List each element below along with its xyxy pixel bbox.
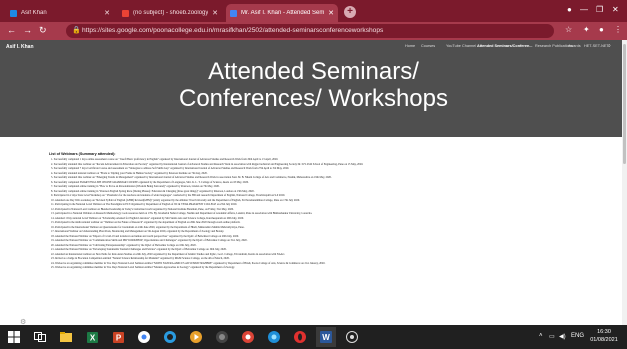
list-item: 10. Attended one Day Web-workshop on "Re… — [51, 198, 300, 202]
site-name[interactable]: Asif I. Khan — [6, 44, 34, 50]
forward-arrow-icon[interactable]: → — [23, 25, 32, 35]
list-title: List of Webinars (Summary attended): — [49, 152, 116, 156]
camera-icon[interactable] — [212, 327, 232, 347]
list-item: 2. Successfully attended One webinar on … — [51, 162, 364, 166]
nav-courses[interactable]: Courses — [421, 44, 435, 48]
tab-attended-seminars[interactable]: Mr. Asif I. Khan - Attended Semin... ✕ — [226, 4, 338, 22]
seminar-list: 1. Successfully completed 1 days online … — [49, 158, 579, 270]
list-item: 14. Attended 1 Day national Level Webina… — [51, 216, 244, 220]
tab-label: Mr. Asif I. Khan - Attended Semin... — [241, 10, 325, 16]
taskbar: X P W ˄ ▭ ◀) ENG 16:30 01/08/2021 — [0, 325, 627, 349]
maximize-icon[interactable]: ❐ — [596, 5, 603, 14]
edge-alt-icon[interactable] — [264, 327, 284, 347]
extensions-icon[interactable]: ✦ — [583, 25, 590, 34]
lock-icon: 🔒 — [72, 27, 81, 34]
reload-icon[interactable]: ↻ — [39, 25, 47, 36]
star-icon[interactable]: ☆ — [565, 25, 572, 34]
list-item: 23. Invited as a Judge in Elocution Comp… — [51, 257, 230, 260]
browser-toolbar: ← → ↻ 🔒 https://sites.google.com/poonaco… — [0, 22, 627, 40]
gear-icon[interactable]: ⚙ — [20, 318, 26, 325]
clock-date: 01/08/2021 — [590, 336, 618, 343]
list-item: 22. Attended an International webinar on… — [51, 252, 286, 256]
list-item: 1. Successfully completed 1 days online … — [51, 158, 279, 161]
address-bar[interactable]: 🔒 https://sites.google.com/poonacollege.… — [66, 24, 554, 38]
page-title-line-2: Conferences/ Workshops — [178, 85, 448, 112]
minimize-icon[interactable]: — — [580, 5, 588, 14]
tab-label: (no subject) - shoeb.zoology@gm... — [133, 10, 209, 16]
list-item: 24. Worked as an organizing committee me… — [51, 261, 326, 265]
list-item: 21. Attended the National Webinar on "De… — [51, 248, 227, 251]
scrollbar-thumb[interactable] — [623, 44, 626, 164]
list-item: 11. Participating in the National Level … — [51, 203, 237, 206]
list-item: 18. Attended the National Webinar on "Im… — [51, 234, 239, 238]
nav-home[interactable]: Home — [405, 44, 415, 48]
nav-awards[interactable]: Awards — [568, 44, 581, 48]
list-item: 15. Participated in the ninth national w… — [51, 221, 241, 224]
tab-gmail[interactable]: (no subject) - shoeb.zoology@gm... ✕ — [118, 4, 222, 22]
window-close-icon[interactable]: ✕ — [612, 5, 619, 14]
website-viewport: Asif I. Khan Home Courses YouTube Channe… — [0, 40, 627, 325]
close-icon[interactable]: ✕ — [104, 9, 110, 17]
gmail-favicon-icon — [122, 9, 129, 17]
svg-text:X: X — [89, 333, 95, 342]
list-item: 19. Attended the National Webinar on "Co… — [51, 239, 248, 242]
list-item: 7. Successfully completed online trainin… — [51, 185, 220, 188]
edge-icon[interactable] — [160, 327, 180, 347]
main-content: List of Webinars (Summary attended): 1. … — [49, 151, 579, 271]
list-item: 16. Participated in the International We… — [51, 225, 245, 229]
svg-text:W: W — [322, 333, 330, 342]
nav-het-set-net[interactable]: HET-SET-NET — [584, 44, 609, 48]
media-player-icon[interactable] — [186, 327, 206, 347]
chrome-alt-icon[interactable] — [238, 327, 258, 347]
tab-asif-khan[interactable]: Asif Khan ✕ — [6, 4, 114, 22]
screen: Asif Khan ✕ (no subject) - shoeb.zoology… — [0, 0, 627, 349]
menu-icon[interactable]: ⋮ — [614, 25, 622, 34]
close-icon[interactable]: ✕ — [212, 9, 218, 17]
opera-icon[interactable] — [290, 327, 310, 347]
system-clock[interactable]: 16:30 01/08/2021 — [586, 329, 622, 344]
chrome-icon[interactable] — [134, 327, 154, 347]
clock-time: 16:30 — [597, 329, 611, 335]
list-item: 20. Attended the National Webinar on "Cu… — [51, 243, 197, 247]
list-item: 6. Successfully completed SMART ENGLISH … — [51, 180, 249, 184]
windows-start-icon[interactable] — [4, 327, 24, 347]
tab-label: Asif Khan — [21, 10, 47, 16]
new-tab-button[interactable]: + — [344, 6, 356, 18]
list-item: 12. Participated in National Level webin… — [51, 207, 234, 211]
task-view-icon[interactable] — [30, 327, 50, 347]
list-item: 3. Successfully completed 7 days Certifi… — [51, 167, 290, 170]
close-icon[interactable]: ✕ — [328, 9, 334, 17]
sites-favicon-icon — [10, 9, 17, 17]
list-item: 8. Successfully completed online trainin… — [51, 189, 255, 193]
svg-text:P: P — [115, 333, 121, 342]
scrollbar[interactable] — [622, 40, 627, 325]
url-text: https://sites.google.com/poonacollege.ed… — [82, 27, 384, 34]
list-item: 4. Successfully attended national webina… — [51, 171, 208, 175]
page-title-line-1: Attended Seminars/ — [208, 58, 419, 85]
excel-icon[interactable]: X — [82, 327, 102, 347]
network-icon[interactable]: ▭ — [549, 333, 555, 340]
browser-tab-strip: Asif Khan ✕ (no subject) - shoeb.zoology… — [0, 0, 627, 22]
page-title: Attended Seminars/ Conferences/ Workshop… — [0, 58, 627, 112]
file-explorer-icon[interactable] — [56, 327, 76, 347]
list-item: 13. participated in a National Webinar o… — [51, 212, 313, 215]
chevron-up-icon[interactable]: ˄ — [539, 333, 543, 339]
list-item: 17. International Webinar on Understandi… — [51, 230, 225, 233]
snip-tool-icon[interactable] — [342, 327, 362, 347]
back-arrow-icon[interactable]: ← — [7, 25, 16, 35]
word-icon[interactable]: W — [316, 327, 336, 347]
list-item: 5. Successfully attended One webinar on … — [51, 176, 332, 179]
record-icon[interactable]: ● — [567, 5, 572, 14]
language-indicator[interactable]: ENG — [571, 333, 584, 339]
nav-attended-seminars[interactable]: Attended Seminars/Conferen... — [477, 44, 533, 48]
profile-icon[interactable]: ● — [599, 25, 604, 34]
volume-icon[interactable]: ◀) — [559, 333, 566, 340]
nav-youtube-channel[interactable]: YouTube Channel — [446, 44, 476, 48]
powerpoint-icon[interactable]: P — [108, 327, 128, 347]
list-item: 25. Worked as an organizing committee me… — [51, 266, 235, 269]
list-item: 9. Participated in 2 days State Level Wo… — [51, 194, 285, 197]
search-icon[interactable]: ⌕ — [608, 43, 611, 49]
sites-favicon-icon — [230, 9, 237, 17]
header-banner: Asif I. Khan Home Courses YouTube Channe… — [0, 40, 627, 137]
